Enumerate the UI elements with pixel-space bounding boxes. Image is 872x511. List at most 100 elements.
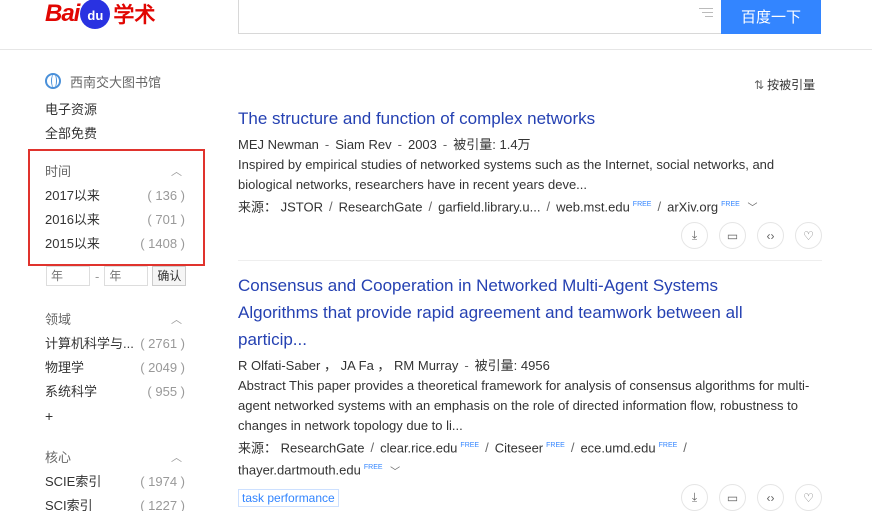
search-input[interactable] — [238, 0, 722, 34]
facet-label: SCI索引 — [45, 498, 93, 511]
core-facet: 核心 ︿ SCIE索引 ( 1974 ) SCI索引 ( 1227 ) — [45, 446, 185, 511]
chevron-down-icon[interactable]: ﹀ — [390, 467, 400, 478]
sort-icon: ⇅ — [754, 77, 765, 92]
core-facet-header[interactable]: 核心 ︿ — [45, 446, 185, 470]
search-button[interactable]: 百度一下 — [721, 0, 821, 34]
result-title-link[interactable]: The structure and function of complex ne… — [238, 105, 822, 132]
heart-icon[interactable]: ♡ — [795, 484, 822, 511]
cite-icon[interactable]: ‹› — [757, 222, 784, 249]
result-item: The structure and function of complex ne… — [238, 105, 822, 249]
result-sources-cont: thayer.dartmouth.edu FREE ﹀ — [238, 458, 822, 482]
source-link[interactable]: ece.umd.edu — [580, 440, 655, 455]
library-link[interactable]: 西南交大图书馆 — [45, 70, 190, 92]
result-author[interactable]: MEJ Newman — [238, 137, 319, 152]
result-divider — [238, 260, 822, 261]
result-title-link[interactable]: particip... — [238, 326, 822, 353]
result-abstract-line: Inspired by empirical studies of network… — [238, 157, 775, 172]
folder-icon[interactable]: ▭ — [719, 222, 746, 249]
range-dash: - — [95, 268, 100, 284]
baidu-xueshu-logo[interactable]: Bai du 学术 — [45, 0, 155, 32]
source-link[interactable]: JSTOR — [281, 199, 323, 214]
source-link[interactable]: ResearchGate — [339, 199, 423, 214]
source-link[interactable]: clear.rice.edu — [380, 440, 457, 455]
cited-count[interactable]: 4956 — [521, 358, 550, 373]
result-title-link[interactable]: Algorithms that provide rapid agreement … — [238, 299, 822, 326]
facet-count: ( 2761 ) — [140, 336, 185, 351]
all-free-link[interactable]: 全部免费 — [45, 122, 190, 146]
free-badge: FREE — [658, 442, 678, 449]
confirm-button[interactable]: 确认 — [152, 266, 187, 286]
cite-icon[interactable]: ‹› — [757, 484, 784, 511]
cited-label: 被引量: — [453, 137, 496, 152]
highlight-box — [28, 149, 205, 266]
source-link[interactable]: web.mst.edu — [556, 199, 630, 214]
source-link[interactable]: thayer.dartmouth.edu — [238, 463, 361, 478]
result-meta: R Olfati-Saber ， JA Fa ， RM Murray - 被引量: … — [238, 358, 550, 373]
folder-icon[interactable]: ▭ — [719, 484, 746, 511]
field-filter-physics[interactable]: 物理学 ( 2049 ) — [45, 356, 185, 380]
result-abstract-line: biological networks, researchers have in… — [238, 177, 588, 192]
sort-by-citations[interactable]: ⇅ 按被引量 — [754, 76, 815, 93]
result-abstract-line: Abstract This paper provides a theoretic… — [238, 378, 810, 393]
result-author[interactable]: R Olfati-Saber ， JA Fa ， RM Murray — [238, 358, 458, 373]
facet-count: ( 1227 ) — [140, 498, 185, 511]
source-link[interactable]: garfield.library.u... — [438, 199, 540, 214]
field-filter-systems[interactable]: 系统科学 ( 955 ) — [45, 380, 185, 404]
facet-label: SCIE索引 — [45, 474, 102, 489]
facet-count: ( 2049 ) — [140, 360, 185, 375]
source-label: 来源： — [238, 440, 278, 456]
free-badge: FREE — [721, 201, 740, 208]
facet-label: 系统科学 — [45, 384, 98, 399]
heart-icon[interactable]: ♡ — [795, 222, 822, 249]
field-filter-cs[interactable]: 计算机科学与... ( 2761 ) — [45, 332, 185, 356]
free-badge: FREE — [632, 201, 652, 208]
sidebar: 西南交大图书馆 电子资源 全部免费 — [45, 70, 190, 146]
facet-label: 物理学 — [45, 360, 85, 375]
result-actions: ⤓ ▭ ‹› ♡ — [681, 484, 822, 511]
logo-bai: Bai — [45, 0, 80, 27]
year-to-input[interactable] — [104, 266, 149, 286]
download-icon[interactable]: ⤓ — [681, 222, 708, 249]
result-journal[interactable]: Siam Rev — [335, 137, 391, 152]
logo-paw-icon: du — [80, 0, 111, 29]
field-facet: 领域 ︿ 计算机科学与... ( 2761 ) 物理学 ( 2049 ) 系统科… — [45, 308, 185, 428]
more-fields-button[interactable]: + — [45, 404, 185, 428]
year-range: - 确认 — [46, 266, 187, 286]
free-badge: FREE — [363, 464, 383, 472]
year-from-input[interactable] — [46, 266, 90, 286]
chevron-up-icon[interactable]: ︿ — [171, 446, 182, 470]
facet-label: 计算机科学与... — [45, 336, 134, 351]
result-sources: 来源： JSTOR / ResearchGate / garfield.library.… — [238, 199, 758, 215]
source-link[interactable]: ResearchGate — [281, 440, 365, 455]
result-year: 2003 — [407, 137, 437, 152]
result-actions: ⤓ ▭ ‹› ♡ — [681, 222, 822, 249]
core-filter-scie[interactable]: SCIE索引 ( 1974 ) — [45, 470, 185, 494]
facet-count: ( 1974 ) — [140, 474, 185, 489]
chevron-up-icon[interactable]: ︿ — [171, 308, 182, 332]
result-abstract-line: agent networked systems with an emphasis… — [238, 398, 799, 413]
result-item: Consensus and Cooperation in Networked M… — [238, 272, 822, 511]
cited-count[interactable]: 1.4万 — [499, 137, 530, 152]
keyword-tag[interactable]: task performance — [238, 488, 339, 507]
electronic-resources-link[interactable]: 电子资源 — [45, 98, 190, 122]
list-icon[interactable] — [699, 7, 713, 19]
core-filter-sci[interactable]: SCI索引 ( 1227 ) — [45, 494, 185, 511]
facet-count: ( 955 ) — [147, 384, 185, 399]
source-label: 来源： — [238, 199, 278, 215]
globe-icon — [45, 73, 61, 89]
logo-xueshu: 学术 — [113, 4, 156, 27]
field-facet-header[interactable]: 领域 ︿ — [45, 308, 185, 332]
result-meta: MEJ Newman - Siam Rev -2003- 被引量: 1.4万 — [238, 137, 531, 152]
header: Bai du 学术 百度一下 — [0, 0, 872, 50]
chevron-down-icon[interactable]: ﹀ — [747, 203, 757, 214]
field-facet-title: 领域 — [45, 312, 72, 327]
core-facet-title: 核心 — [45, 450, 72, 465]
source-link[interactable]: arXiv.org — [667, 199, 718, 214]
result-sources: 来源： ResearchGate / clear.rice.edu FREE / Cite… — [238, 440, 687, 456]
result-title-link[interactable]: Consensus and Cooperation in Networked M… — [238, 272, 822, 299]
sort-label: 按被引量 — [767, 78, 816, 92]
download-icon[interactable]: ⤓ — [681, 484, 708, 511]
free-badge: FREE — [546, 442, 565, 449]
source-link[interactable]: Citeseer — [495, 440, 543, 455]
library-label: 西南交大图书馆 — [70, 74, 162, 90]
